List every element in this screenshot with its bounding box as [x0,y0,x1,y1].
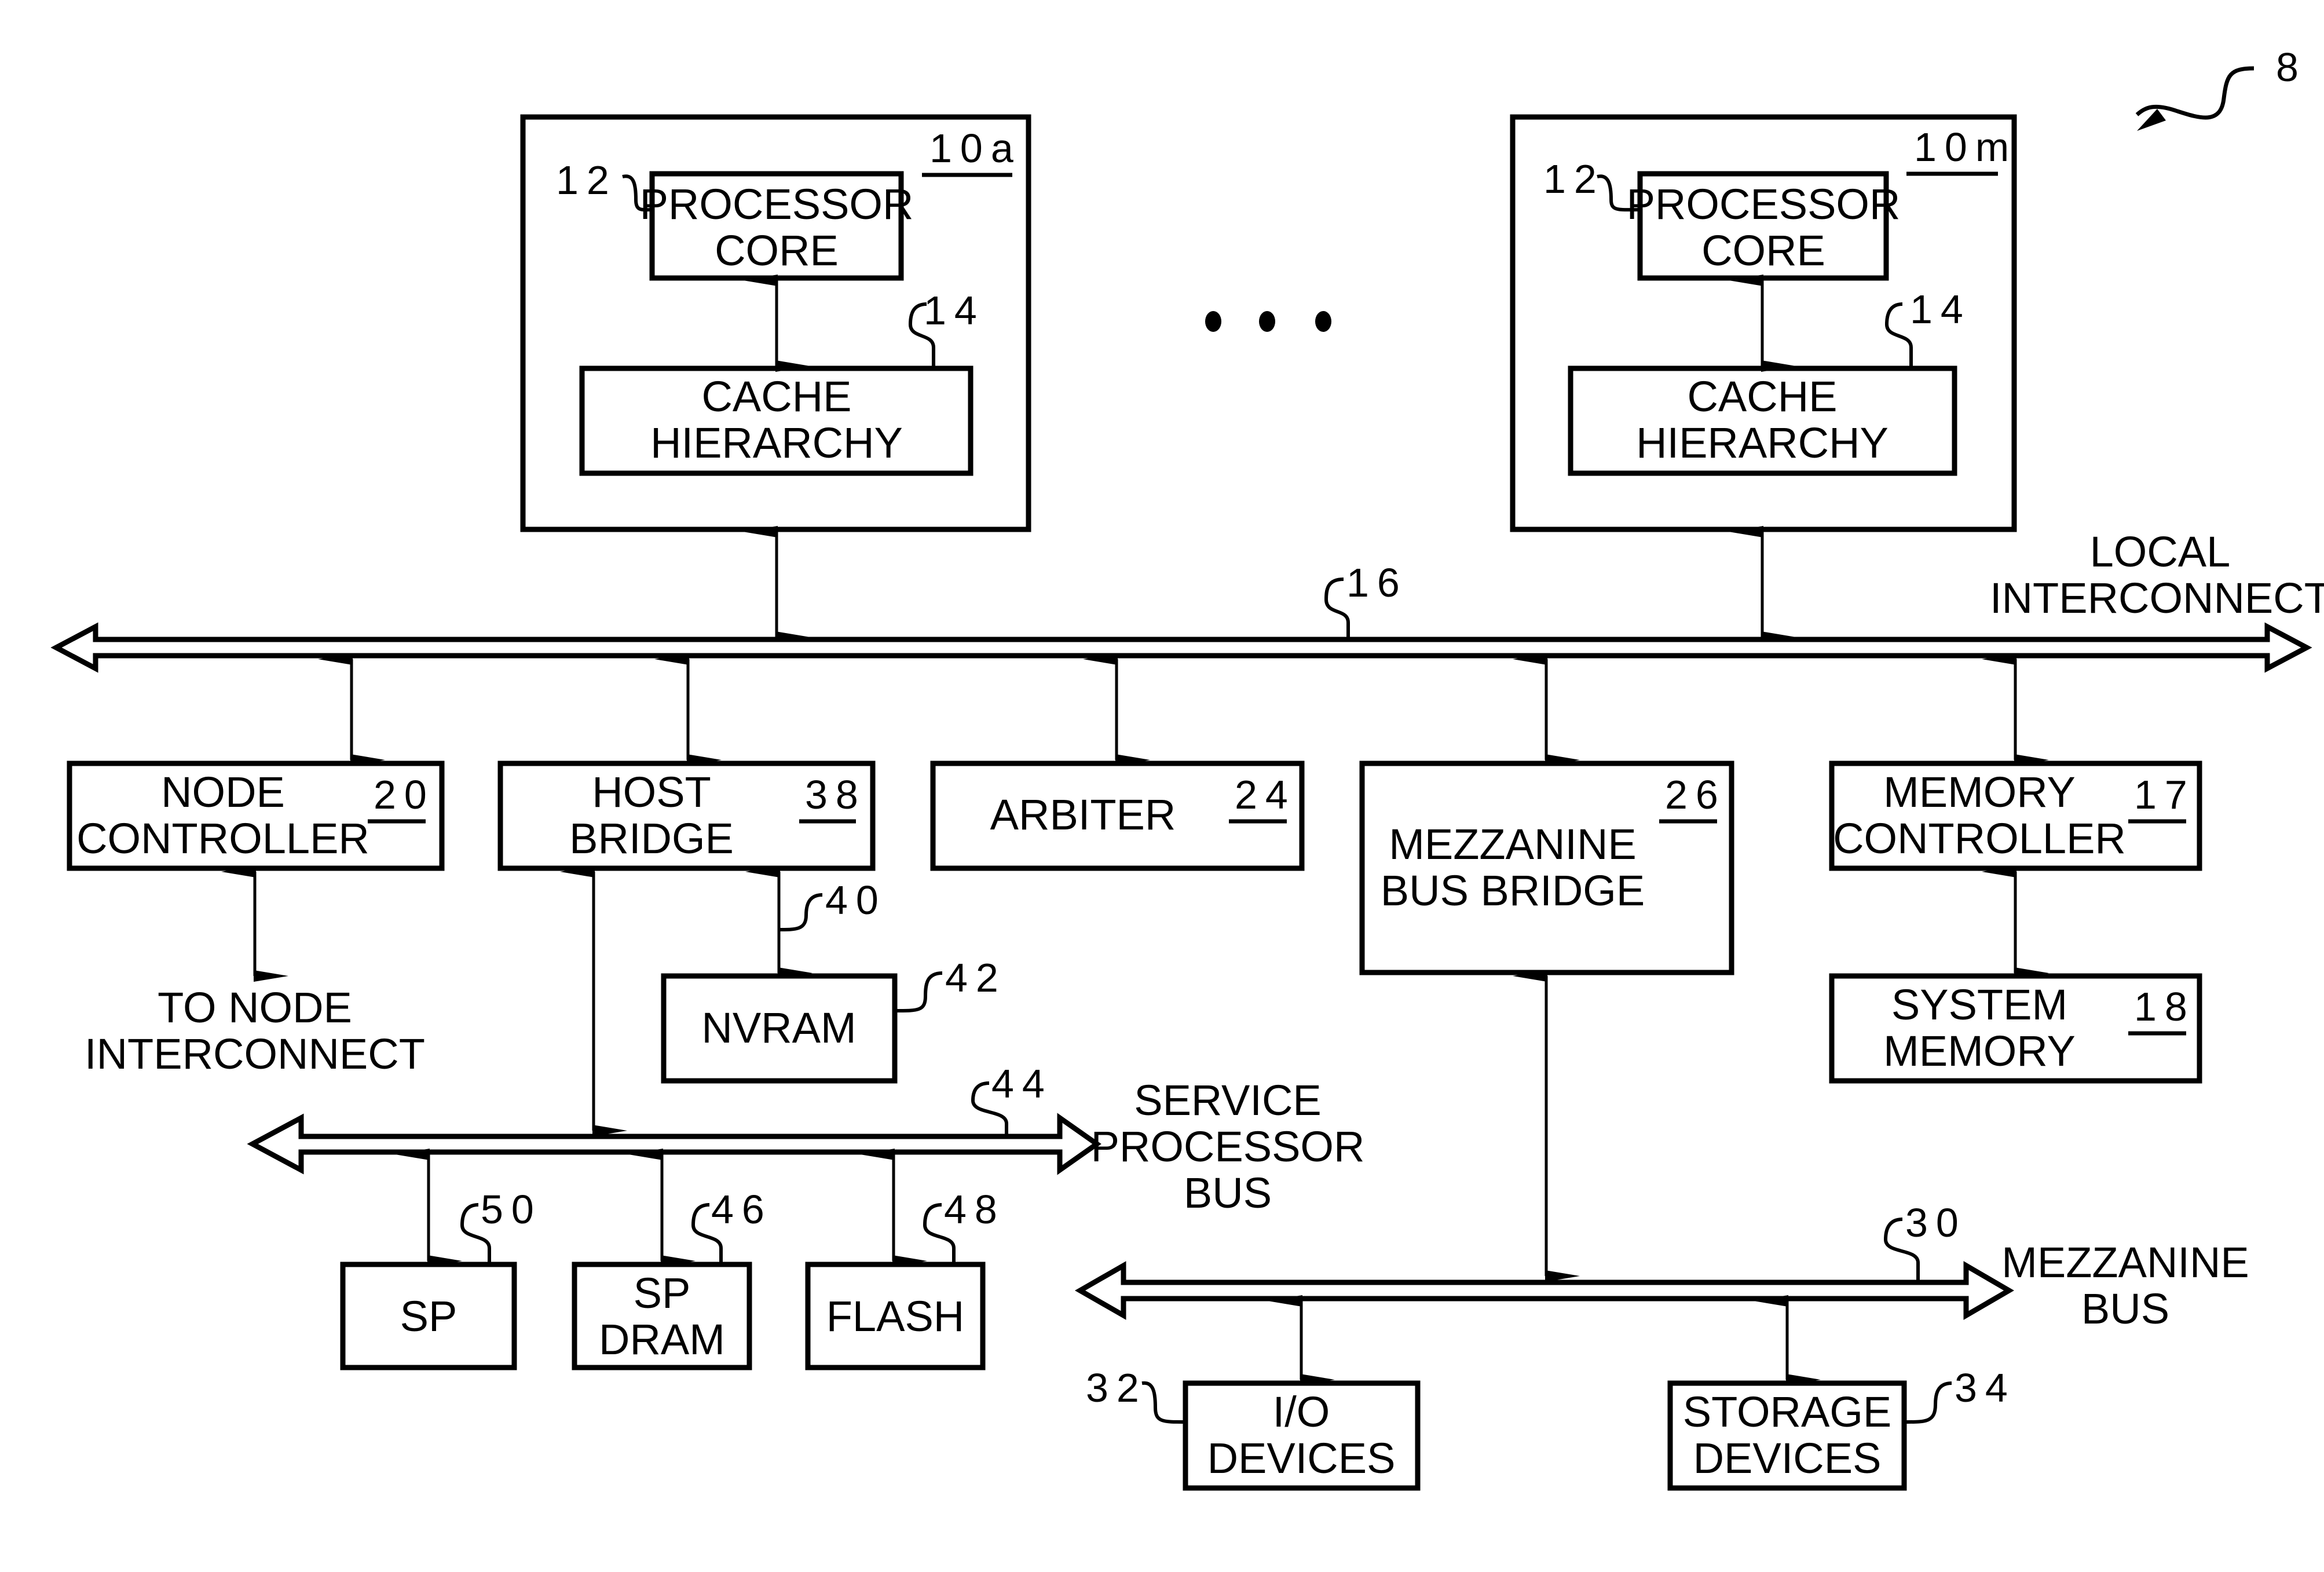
nvram-ref: 42 [945,955,1007,1000]
cache-label-line2: HIERARCHY [650,419,903,467]
processor-core-label-line2: CORE [715,226,839,275]
processor-core-ref: 12 [556,158,617,203]
arbiter-ref: 24 [1235,772,1296,817]
flash: FLASH 48 [805,1149,1005,1370]
storage-devices: STORAGE DEVICES 34 [1667,1295,2016,1491]
service-bus-label-line2: PROCESSOR [1091,1123,1365,1171]
sp-ref: 50 [481,1187,542,1232]
mezzanine-bus: 30 MEZZANINE BUS [1074,1200,2249,1333]
cache-ref: 14 [1910,287,1971,332]
mezzanine-bridge-ref: 26 [1665,772,1726,817]
local-interconnect-label-line2: INTERCONNECT [1990,574,2324,622]
sp-dram-label-line2: DRAM [599,1315,725,1363]
system-memory-ref: 18 [2134,984,2195,1029]
io-devices-label-line1: I/O [1273,1388,1330,1436]
mezzanine-bus-label-line2: BUS [2081,1285,2169,1333]
service-bus-label-line1: SERVICE [1134,1076,1322,1124]
cache-ref: 14 [924,288,985,333]
system-memory-label-line1: SYSTEM [1891,981,2067,1029]
storage-devices-label-line1: STORAGE [1683,1388,1892,1436]
sp-dram: SP DRAM 46 [572,1149,773,1370]
storage-devices-ref: 34 [1955,1365,2016,1410]
processor-core-ref: 12 [1543,156,1605,202]
io-devices-ref: 32 [1086,1365,1147,1410]
processor-core-label-line1: PROCESSOR [640,180,914,228]
node-controller-label-line2: CONTROLLER [76,814,369,862]
figure-ref-label: 8 [2276,45,2299,90]
memory-controller-ref: 17 [2134,772,2195,817]
host-bridge-label-line1: HOST [592,768,711,816]
cache-label-line1: CACHE [701,372,851,421]
service-processor-bus: 44 SERVICE PROCESSOR BUS [247,1061,1365,1217]
mezzanine-bus-label-line1: MEZZANINE [2001,1238,2249,1286]
processor-ref: 10a [929,126,1022,171]
node-interconnect-label-line2: INTERCONNECT [85,1030,425,1078]
memory-controller: MEMORY CONTROLLER 17 [1829,653,2202,979]
cache-hierarchy: CACHE HIERARCHY [1568,365,1957,476]
mezzanine-bridge-label-line1: MEZZANINE [1389,820,1637,868]
sp-dram-ref: 46 [711,1187,773,1232]
processor-core-label-line2: CORE [1701,226,1825,275]
arbiter: ARBITER 24 [930,653,1305,871]
service-processor: SP 50 [340,1149,542,1370]
system-memory-label-line2: MEMORY [1883,1027,2076,1075]
sp-label: SP [400,1292,458,1340]
service-bus-label-line3: BUS [1184,1169,1272,1217]
memory-controller-label-line2: CONTROLLER [1833,814,2126,862]
memory-controller-label-line1: MEMORY [1883,768,2076,816]
processor-core-label-line1: PROCESSOR [1627,180,1901,228]
io-devices-label-line2: DEVICES [1207,1434,1396,1482]
flash-ref: 48 [944,1187,1005,1232]
local-interconnect-ref: 16 [1346,560,1408,605]
mezzanine-bridge-label-line2: BUS BRIDGE [1381,867,1645,915]
mezzanine-bus-bridge: MEZZANINE BUS BRIDGE 26 [1359,653,1734,1282]
local-interconnect-label-line1: LOCAL [2090,528,2231,576]
system-block-diagram: 8 10a PROCESSOR CORE 12 CACHE HIERARCHY … [50,45,2324,1491]
processor-unit-10m: 10m PROCESSOR CORE 12 CACHE HIERARCHY 14 [1510,114,2017,643]
cache-label-line1: CACHE [1687,372,1837,421]
node-controller: NODE CONTROLLER 20 TO NODE INTERCONNECT [67,653,445,1078]
node-controller-label-line1: NODE [161,768,285,816]
figure-reference: 8 [2135,45,2299,131]
processor-ellipsis [1205,311,1331,332]
local-interconnect-bus: LOCAL INTERCONNECT 16 [50,528,2324,673]
sp-dram-label-line1: SP [634,1269,691,1317]
processor-core: PROCESSOR CORE [1627,171,1901,281]
nvram: NVRAM 42 [661,955,1007,1084]
system-memory: SYSTEM MEMORY 18 [1829,973,2202,1084]
processor-ref: 10m [1914,125,2017,170]
host-bridge-ref: 38 [805,772,866,817]
processor-core: PROCESSOR CORE [640,171,914,281]
nvram-label: NVRAM [701,1004,856,1052]
arbiter-label: ARBITER [990,791,1176,839]
cache-label-line2: HIERARCHY [1636,419,1889,467]
flash-label: FLASH [826,1292,965,1340]
storage-devices-label-line2: DEVICES [1693,1434,1882,1482]
host-bridge-label-line2: BRIDGE [569,814,734,862]
host-nvram-link-ref: 40 [825,878,887,923]
service-bus-ref: 44 [991,1061,1053,1106]
io-devices: I/O DEVICES 32 [1086,1295,1421,1491]
node-controller-ref: 20 [374,772,435,817]
mezzanine-bus-ref: 30 [1905,1200,1967,1245]
processor-unit-10a: 10a PROCESSOR CORE 12 CACHE HIERARCHY 14 [520,114,1031,643]
node-interconnect-label-line1: TO NODE [158,984,352,1032]
cache-hierarchy: CACHE HIERARCHY [579,365,973,476]
